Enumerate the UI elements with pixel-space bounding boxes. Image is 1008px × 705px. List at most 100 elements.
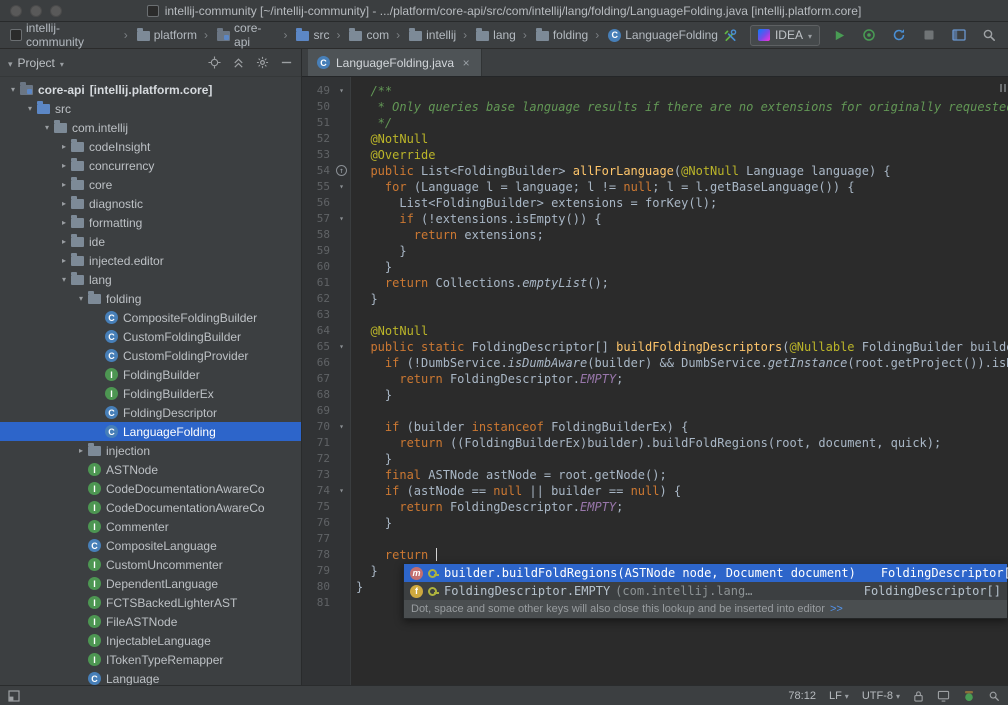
breadcrumb-item-src[interactable]: src [278, 26, 331, 44]
line-number[interactable]: 59 [302, 243, 333, 259]
line-number[interactable]: 52 [302, 131, 333, 147]
line-number[interactable]: 80 [302, 579, 333, 595]
tool-window-toggle-icon[interactable] [8, 689, 20, 702]
breadcrumb-item-intellij-community[interactable]: intellij-community [8, 19, 119, 51]
code-line-51[interactable]: 51 */ [302, 115, 1008, 131]
code-line-68[interactable]: 68 } [302, 387, 1008, 403]
tree-item-folding[interactable]: ▾ folding [0, 289, 301, 308]
line-number[interactable]: 55 [302, 179, 333, 195]
expand-arrow-icon[interactable]: ▾ [57, 275, 71, 284]
tree-item-ide[interactable]: ▸ ide [0, 232, 301, 251]
line-number[interactable]: 78 [302, 547, 333, 563]
tree-item-com.intellij[interactable]: ▾ com.intellij [0, 118, 301, 137]
close-window-button[interactable] [10, 4, 22, 17]
expand-arrow-icon[interactable]: ▾ [6, 85, 20, 94]
code-line-62[interactable]: 62 } [302, 291, 1008, 307]
expand-arrow-icon[interactable]: ▾ [40, 123, 54, 132]
tree-item-codeInsight[interactable]: ▸ codeInsight [0, 137, 301, 156]
line-number[interactable]: 73 [302, 467, 333, 483]
code-line-65[interactable]: 65 ▾ public static FoldingDescriptor[] bu… [302, 339, 1008, 355]
line-number[interactable]: 57 [302, 211, 333, 227]
collapse-arrow-icon[interactable]: ▸ [57, 237, 71, 246]
tree-item-formatting[interactable]: ▸ formatting [0, 213, 301, 232]
code-line-56[interactable]: 56 List<FoldingBuilder> extensions = for… [302, 195, 1008, 211]
line-number[interactable]: 64 [302, 323, 333, 339]
line-number[interactable]: 76 [302, 515, 333, 531]
expand-arrow-icon[interactable]: ▾ [23, 104, 37, 113]
line-number[interactable]: 74 [302, 483, 333, 499]
code-line-58[interactable]: 58 return extensions; [302, 227, 1008, 243]
line-number[interactable]: 61 [302, 275, 333, 291]
line-number[interactable]: 65 [302, 339, 333, 355]
hide-panel-button[interactable] [280, 56, 293, 69]
tree-item-ASTNode[interactable]: ASTNode [0, 460, 301, 479]
code-line-54[interactable]: 54 ↑ public List<FoldingBuilder> allForLa… [302, 163, 1008, 179]
line-number[interactable]: 69 [302, 403, 333, 419]
code-line-49[interactable]: 49 ▾ /** [302, 83, 1008, 99]
inspections-hector-icon[interactable] [963, 690, 975, 702]
tree-item-CodeDocumentationAwareCo[interactable]: CodeDocumentationAwareCo [0, 498, 301, 517]
code-line-72[interactable]: 72 } [302, 451, 1008, 467]
tree-item-FoldingBuilder[interactable]: FoldingBuilder [0, 365, 301, 384]
tree-item-CodeDocumentationAwareCo[interactable]: CodeDocumentationAwareCo [0, 479, 301, 498]
line-number[interactable]: 50 [302, 99, 333, 115]
collapse-arrow-icon[interactable]: ▸ [57, 180, 71, 189]
breadcrumb-item-LanguageFolding[interactable]: LanguageFolding [590, 26, 720, 44]
code-line-66[interactable]: 66 if (!DumbService.isDumbAware(builder)… [302, 355, 1008, 371]
line-number[interactable]: 53 [302, 147, 333, 163]
overriding-method-icon[interactable]: ↑ [336, 165, 347, 176]
line-number[interactable]: 79 [302, 563, 333, 579]
tree-item-LanguageFolding[interactable]: LanguageFolding [0, 422, 301, 441]
tree-item-FoldingDescriptor[interactable]: FoldingDescriptor [0, 403, 301, 422]
code-line-50[interactable]: 50 * Only queries base language results … [302, 99, 1008, 115]
collapse-arrow-icon[interactable]: ▸ [57, 199, 71, 208]
line-number[interactable]: 63 [302, 307, 333, 323]
line-number[interactable]: 60 [302, 259, 333, 275]
breadcrumb-item-lang[interactable]: lang [458, 26, 518, 44]
breadcrumb-item-core-api[interactable]: core-api [199, 19, 278, 51]
tool-windows-button[interactable] [948, 24, 970, 46]
code-line-78[interactable]: 78 return [302, 547, 1008, 563]
code-line-52[interactable]: 52 @NotNull [302, 131, 1008, 147]
collapse-arrow-icon[interactable]: ▸ [57, 161, 71, 170]
fold-marker-icon[interactable]: ▾ [333, 483, 350, 499]
tab-languagefolding[interactable]: LanguageFolding.java [308, 49, 483, 76]
search-icon[interactable] [988, 690, 1000, 702]
completion-item[interactable]: builder.buildFoldRegions(ASTNode node, D… [404, 564, 1008, 582]
completion-hint-link[interactable]: >> [830, 601, 843, 617]
code-line-61[interactable]: 61 return Collections.emptyList(); [302, 275, 1008, 291]
code-line-53[interactable]: 53 @Override [302, 147, 1008, 163]
tree-item-concurrency[interactable]: ▸ concurrency [0, 156, 301, 175]
stop-button[interactable] [918, 24, 940, 46]
breadcrumb-item-folding[interactable]: folding [518, 26, 590, 44]
tree-item-core-api[interactable]: ▾ core-api [intellij.platform.core] [0, 80, 301, 99]
breadcrumb-item-com[interactable]: com [331, 26, 391, 44]
code-line-74[interactable]: 74 ▾ if (astNode == null || builder == nu… [302, 483, 1008, 499]
tree-item-CustomUncommenter[interactable]: CustomUncommenter [0, 555, 301, 574]
settings-gear-icon[interactable] [256, 56, 269, 69]
tree-item-lang[interactable]: ▾ lang [0, 270, 301, 289]
code-line-71[interactable]: 71 return ((FoldingBuilderEx)builder).bu… [302, 435, 1008, 451]
code-line-76[interactable]: 76 } [302, 515, 1008, 531]
rerun-button[interactable] [888, 24, 910, 46]
line-number[interactable]: 49 [302, 83, 333, 99]
line-number[interactable]: 67 [302, 371, 333, 387]
tree-item-Commenter[interactable]: Commenter [0, 517, 301, 536]
build-project-button[interactable] [720, 24, 742, 46]
collapse-arrow-icon[interactable]: ▸ [74, 446, 88, 455]
tree-item-CustomFoldingProvider[interactable]: CustomFoldingProvider [0, 346, 301, 365]
minimize-window-button[interactable] [30, 4, 42, 17]
code-line-70[interactable]: 70 ▾ if (builder instanceof FoldingBuilde… [302, 419, 1008, 435]
code-line-57[interactable]: 57 ▾ if (!extensions.isEmpty()) { [302, 211, 1008, 227]
line-number[interactable]: 66 [302, 355, 333, 371]
tree-item-ITokenTypeRemapper[interactable]: ITokenTypeRemapper [0, 650, 301, 669]
run-config-select[interactable]: IDEA [749, 24, 820, 46]
line-number[interactable]: 58 [302, 227, 333, 243]
tree-item-src[interactable]: ▾ src [0, 99, 301, 118]
collapse-arrow-icon[interactable]: ▸ [57, 256, 71, 265]
line-number[interactable]: 54 [302, 163, 333, 179]
chevron-down-icon[interactable] [60, 56, 64, 70]
tree-item-FCTSBackedLighterAST[interactable]: FCTSBackedLighterAST [0, 593, 301, 612]
expand-arrow-icon[interactable]: ▾ [74, 294, 88, 303]
line-number[interactable]: 75 [302, 499, 333, 515]
